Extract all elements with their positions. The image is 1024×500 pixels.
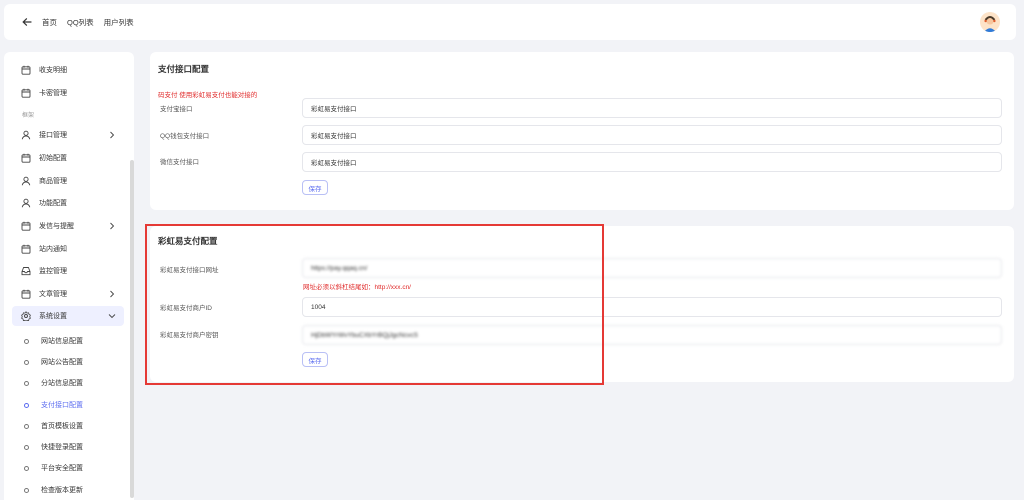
sidebar-subitem-site-info[interactable]: 网站信息配置 (12, 331, 124, 351)
sidebar-item-system-settings[interactable]: 系统设置 (12, 306, 124, 326)
sidebar-item-site-notifications[interactable]: 站内通知 (12, 239, 124, 259)
save-button[interactable]: 保存 (302, 180, 328, 195)
chevron-right-icon (108, 289, 116, 299)
sidebar-item-income-details[interactable]: 收支明细 (12, 60, 124, 80)
sidebar-subitem-label: 网站信息配置 (41, 338, 83, 345)
chevron-right-icon (108, 221, 116, 231)
card-title: 支付接口配置 (158, 64, 210, 74)
user-icon (20, 198, 31, 209)
sidebar-item-label: 收支明细 (39, 67, 67, 74)
gear-icon (20, 311, 31, 322)
sidebar-item-messaging-reminders[interactable]: 发信与提醒 (12, 216, 124, 236)
circle-icon (24, 444, 29, 450)
sidebar-subitem-homepage-template[interactable]: 首页模板设置 (12, 416, 124, 436)
sidebar-subitem-label: 分站信息配置 (41, 380, 83, 387)
chevron-down-icon (108, 311, 116, 321)
sidebar-scrollbar[interactable] (130, 160, 134, 498)
payment-interface-card: 支付接口配置 码支付 使用彩虹易支付也能对接的 支付宝接口 QQ钱包支付接口 微… (150, 52, 1014, 210)
sidebar-item-feature-config[interactable]: 功能配置 (12, 193, 124, 213)
alipay-label: 支付宝接口 (160, 106, 193, 113)
sidebar-item-initial-config[interactable]: 初始配置 (12, 148, 124, 168)
wechat-label: 微信支付接口 (160, 159, 199, 166)
sidebar-subitem-check-update[interactable]: 检查版本更新 (12, 480, 124, 500)
circle-icon (24, 380, 29, 386)
sidebar-item-label: 商品管理 (39, 178, 67, 185)
sidebar-subitem-label: 平台安全配置 (41, 465, 83, 472)
sidebar-subitem-label: 支付接口配置 (41, 402, 83, 409)
circle-icon (24, 402, 29, 408)
sidebar-item-monitoring[interactable]: 监控管理 (12, 261, 124, 281)
sidebar-item-label: 接口管理 (39, 132, 67, 139)
calendar-icon (20, 88, 31, 99)
sidebar-item-label: 卡密管理 (39, 90, 67, 97)
user-icon (20, 176, 31, 187)
sidebar-item-label: 系统设置 (39, 313, 67, 320)
circle-icon (24, 423, 29, 429)
sidebar-subitem-label: 首页模板设置 (41, 423, 83, 430)
chevron-right-icon (108, 130, 116, 140)
payment-note: 码支付 使用彩虹易支付也能对接的 (158, 92, 258, 99)
sidebar-item-card-management[interactable]: 卡密管理 (12, 83, 124, 103)
sidebar-item-label: 功能配置 (39, 200, 67, 207)
sidebar-item-label: 站内通知 (39, 246, 67, 253)
circle-icon (24, 487, 29, 493)
inbox-icon (20, 266, 31, 277)
qq-wallet-interface-select[interactable] (302, 125, 1002, 145)
alipay-interface-select[interactable] (302, 98, 1002, 118)
sidebar-subitem-payment-interface[interactable]: 支付接口配置 (12, 395, 124, 415)
highlight-box (145, 224, 604, 385)
circle-icon (24, 338, 29, 344)
breadcrumb-qq-list[interactable]: QQ列表 (67, 17, 94, 28)
calendar-icon (20, 289, 31, 300)
sidebar-item-product-management[interactable]: 商品管理 (12, 171, 124, 191)
sidebar-subitem-quick-login[interactable]: 快捷登录配置 (12, 437, 124, 457)
top-bar: 首页 QQ列表 用户列表 (4, 4, 1016, 40)
breadcrumb-home[interactable]: 首页 (42, 17, 57, 28)
back-arrow-icon[interactable] (18, 13, 36, 31)
circle-icon (24, 465, 29, 471)
avatar[interactable] (980, 12, 1000, 32)
calendar-icon (20, 244, 31, 255)
calendar-icon (20, 153, 31, 164)
sidebar-subitem-label: 网站公告配置 (41, 359, 83, 366)
sidebar-subitem-label: 检查版本更新 (41, 487, 83, 494)
sidebar: 收支明细 卡密管理 框架 接口管理 初始配置 商品管理 功能配置 发信与提醒 站… (4, 52, 134, 500)
sidebar-item-label: 监控管理 (39, 268, 67, 275)
user-icon (20, 130, 31, 141)
sidebar-item-label: 初始配置 (39, 155, 67, 162)
qq-wallet-label: QQ钱包支付接口 (160, 133, 210, 140)
sidebar-section-label: 框架 (22, 113, 35, 119)
breadcrumb-user-list[interactable]: 用户列表 (104, 17, 134, 28)
sidebar-subitem-site-announcement[interactable]: 网站公告配置 (12, 352, 124, 372)
sidebar-subitem-label: 快捷登录配置 (41, 444, 83, 451)
sidebar-item-article-management[interactable]: 文章管理 (12, 284, 124, 304)
calendar-icon (20, 65, 31, 76)
sidebar-subitem-platform-security[interactable]: 平台安全配置 (12, 458, 124, 478)
sidebar-item-label: 文章管理 (39, 291, 67, 298)
calendar-icon (20, 221, 31, 232)
wechat-interface-select[interactable] (302, 152, 1002, 172)
sidebar-item-label: 发信与提醒 (39, 223, 74, 230)
circle-icon (24, 359, 29, 365)
sidebar-subitem-substation-info[interactable]: 分站信息配置 (12, 373, 124, 393)
sidebar-item-interface-management[interactable]: 接口管理 (12, 125, 124, 145)
